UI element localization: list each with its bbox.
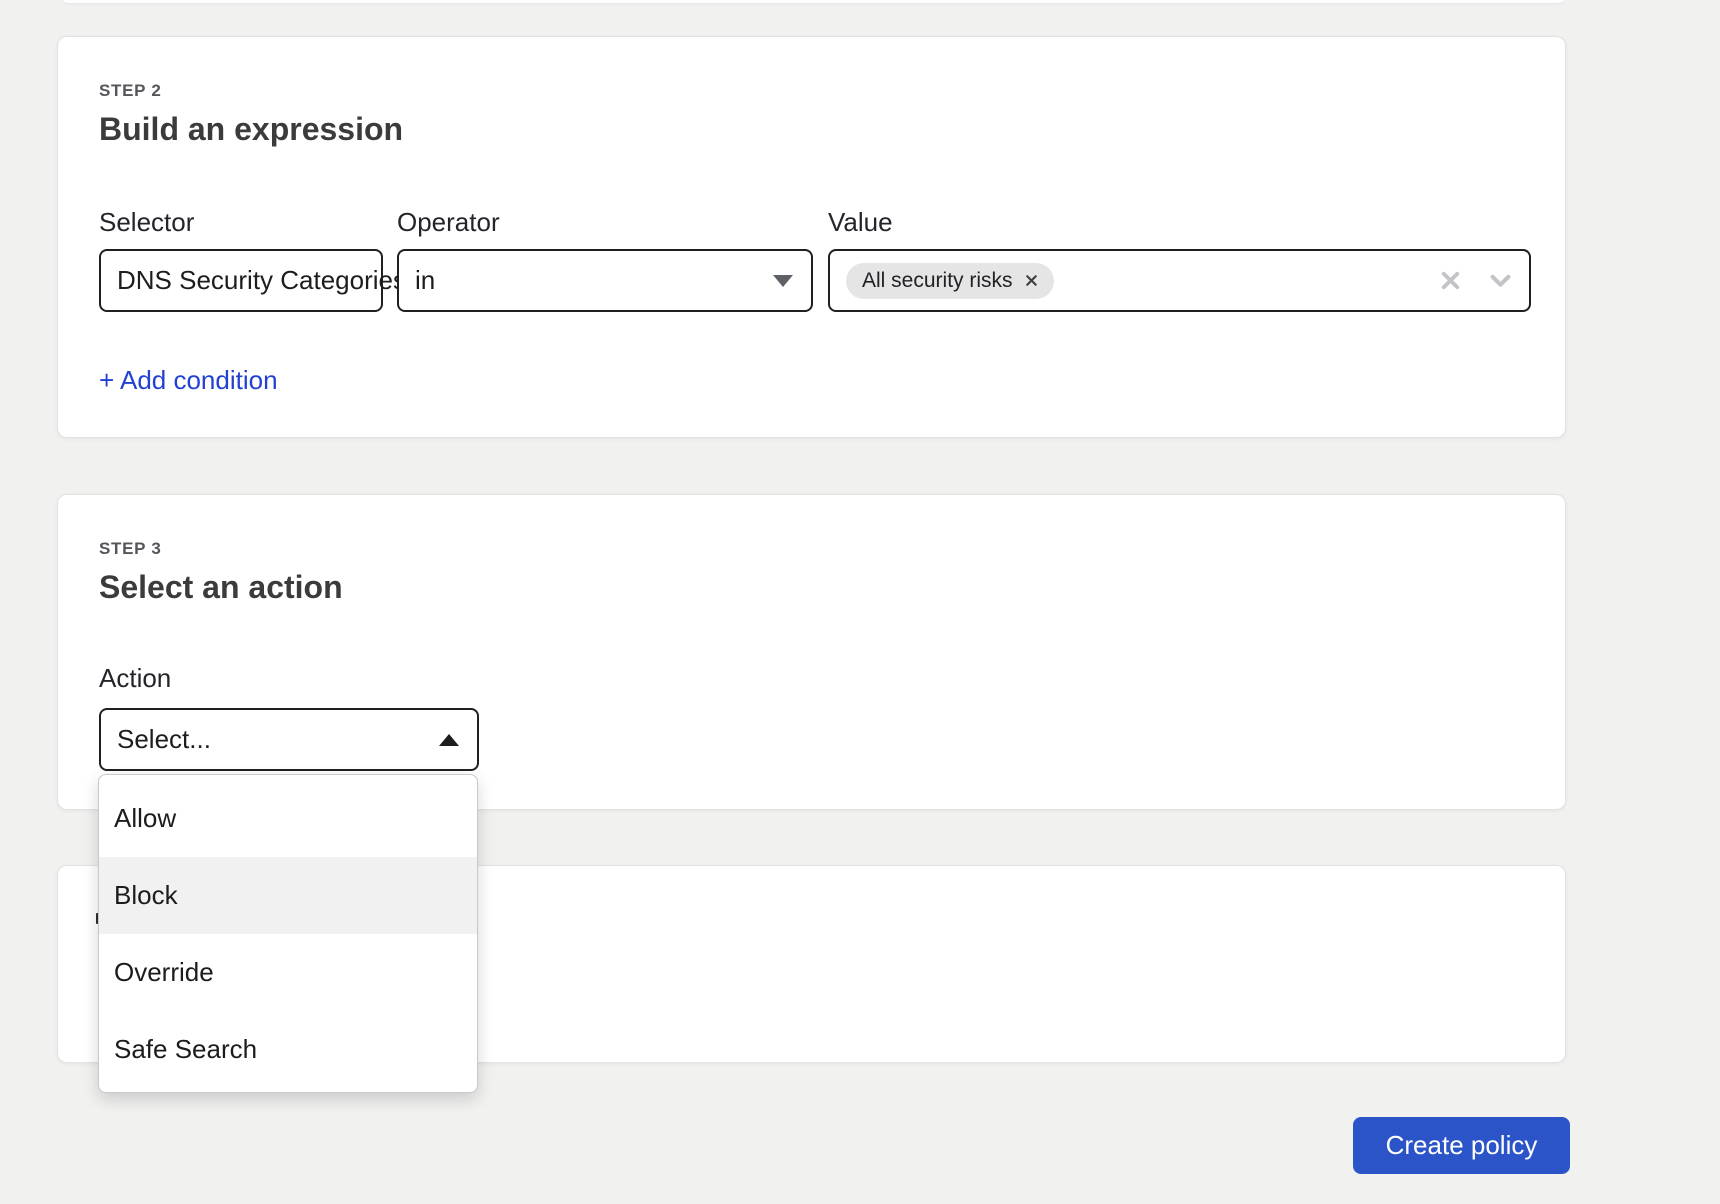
create-policy-button[interactable]: Create policy [1353,1117,1570,1174]
operator-field-label: Operator [397,207,500,237]
previous-card-bottom-edge [60,0,1567,3]
step3-title: Select an action [99,569,343,605]
value-multiselect[interactable]: All security risks [828,249,1531,312]
menu-item-override[interactable]: Override [99,934,477,1011]
chevron-down-icon [773,274,793,287]
action-options-menu: Allow Block Override Safe Search [98,774,478,1093]
step2-card: STEP 2 Build an expression Selector DNS … [57,36,1566,438]
step2-label: STEP 2 [99,81,162,100]
action-select[interactable]: Select... [99,708,479,771]
action-field-label: Action [99,663,172,693]
menu-item-safe-search[interactable]: Safe Search [99,1011,477,1088]
operator-dropdown[interactable]: in [397,249,813,312]
selector-dropdown[interactable]: DNS Security Categories [99,249,426,312]
add-condition-link[interactable]: + Add condition [99,365,278,396]
value-tag-label: All security risks [862,268,1013,292]
action-select-placeholder: Select... [117,724,211,754]
menu-item-allow[interactable]: Allow [99,780,477,857]
selector-dropdown-value: DNS Security Categories [117,265,406,295]
value-field-label: Value [828,207,893,237]
tag-remove-icon[interactable] [1023,272,1040,289]
selector-field-label: Selector [99,207,195,237]
step2-title: Build an expression [99,111,404,147]
chevron-up-icon [439,733,459,746]
chevron-down-icon[interactable] [1483,251,1517,310]
value-tag: All security risks [846,262,1054,299]
policy-builder-screen: STEP 2 Build an expression Selector DNS … [0,0,1720,1204]
step3-label: STEP 3 [99,539,162,558]
menu-item-block[interactable]: Block [99,857,477,934]
step3-card: STEP 3 Select an action Action Select... [57,494,1566,810]
clear-all-icon[interactable] [1433,251,1467,310]
operator-dropdown-value: in [415,265,436,295]
